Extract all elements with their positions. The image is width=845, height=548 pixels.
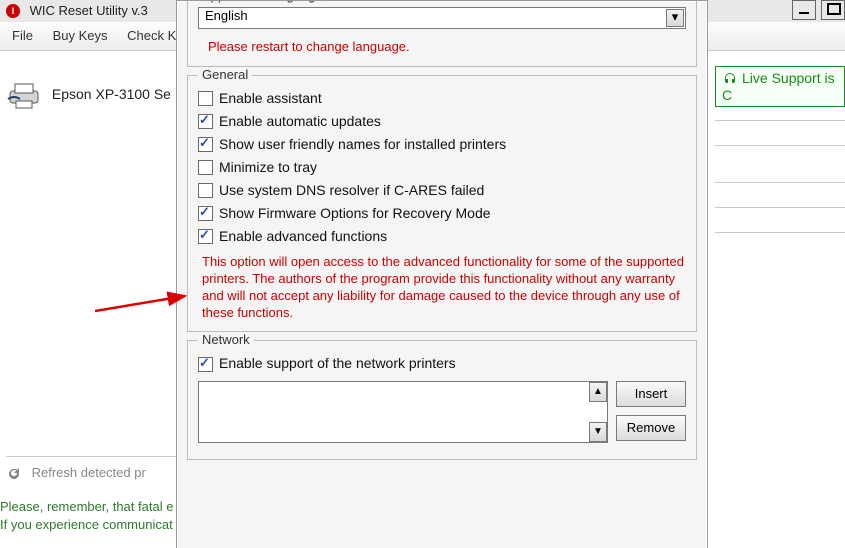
checkbox-network-printers[interactable] [198,357,213,372]
settings-dialog: Application language English ▾ Please re… [176,0,708,548]
checkbox-assistant-label: Enable assistant [219,90,322,106]
printer-name: Epson XP-3100 Se [52,86,171,102]
remove-button[interactable]: Remove [616,415,686,441]
status-line-2: If you experience communicat [0,516,173,534]
checkbox-friendly-names[interactable] [198,137,213,152]
status-message: Please, remember, that fatal e If you ex… [0,498,173,534]
status-line-1: Please, remember, that fatal e [0,498,173,516]
restart-message: Please restart to change language. [208,39,686,54]
window-controls [715,0,845,22]
right-lines [715,120,845,257]
checkbox-dns[interactable] [198,183,213,198]
advanced-note: This option will open access to the adva… [202,253,686,321]
refresh-button[interactable]: Refresh detected pr [6,456,176,489]
minimize-button[interactable] [792,0,816,20]
checkbox-minimize-tray[interactable] [198,160,213,175]
checkbox-firmware[interactable] [198,206,213,221]
live-support-label: Live Support is C [722,70,835,103]
language-legend: Application language [198,0,327,3]
general-legend: General [198,67,252,82]
checkbox-assistant[interactable] [198,91,213,106]
checkbox-updates[interactable] [198,114,213,129]
checkbox-advanced[interactable] [198,229,213,244]
language-value: English [205,8,248,23]
printer-icon [6,77,42,113]
scroll-down-button[interactable]: ▼ [589,422,607,442]
network-listbox[interactable]: ▲ ▼ [198,381,608,443]
menu-file[interactable]: File [4,22,41,50]
app-icon: I [6,4,20,18]
scroll-up-button[interactable]: ▲ [589,382,607,402]
checkbox-minimize-tray-label: Minimize to tray [219,159,317,175]
refresh-label: Refresh detected pr [32,465,146,480]
live-support-link[interactable]: Live Support is C [715,66,845,107]
checkbox-firmware-label: Show Firmware Options for Recovery Mode [219,205,491,221]
printer-row[interactable]: Epson XP-3100 Se [6,72,171,116]
network-legend: Network [198,332,254,347]
headset-icon [722,71,738,87]
checkbox-network-printers-label: Enable support of the network printers [219,355,456,371]
menu-buy-keys[interactable]: Buy Keys [45,22,116,50]
network-fieldset: Network Enable support of the network pr… [187,340,697,459]
right-fragment: Live Support is C [715,0,845,22]
checkbox-updates-label: Enable automatic updates [219,113,381,129]
language-select[interactable]: English ▾ [198,7,686,29]
language-fieldset: Application language English ▾ Please re… [187,0,697,67]
checkbox-dns-label: Use system DNS resolver if C-ARES failed [219,182,484,198]
chevron-down-icon: ▾ [666,9,684,27]
general-fieldset: General Enable assistant Enable automati… [187,75,697,332]
window-title: WIC Reset Utility v.3 [30,3,148,18]
checkbox-advanced-label: Enable advanced functions [219,228,387,244]
insert-button[interactable]: Insert [616,381,686,407]
checkbox-friendly-names-label: Show user friendly names for installed p… [219,136,506,152]
maximize-button[interactable] [821,0,845,20]
